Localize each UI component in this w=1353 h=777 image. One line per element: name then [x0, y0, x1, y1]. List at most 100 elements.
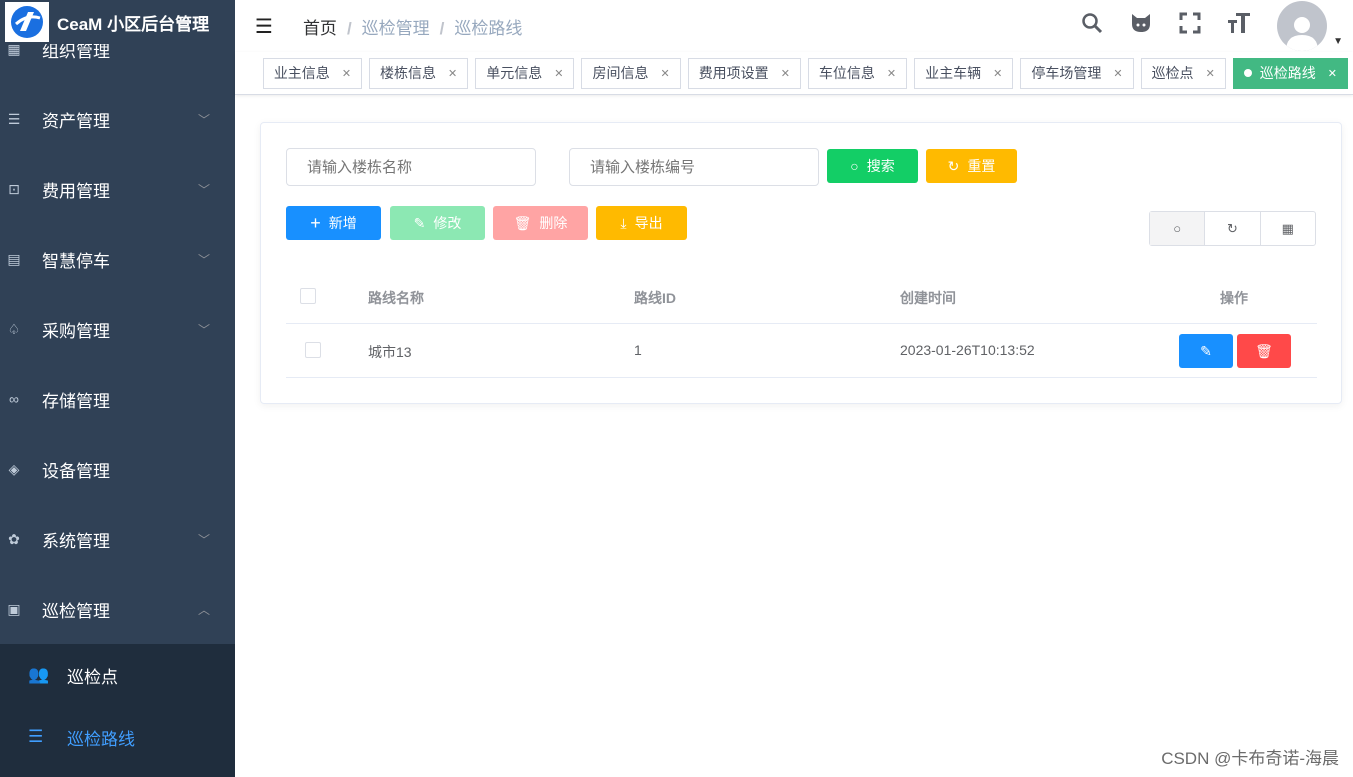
breadcrumb-inspection: 巡检管理	[361, 18, 430, 38]
sidebar-item-inspection[interactable]: ▣ 巡检管理 ︿	[0, 574, 235, 644]
font-size-icon[interactable]	[1227, 11, 1251, 41]
chevron-down-icon: ﹀	[197, 182, 210, 197]
bell-icon: ♤	[7, 320, 21, 337]
close-icon[interactable]: ✕	[1206, 67, 1215, 80]
tag-parking-space[interactable]: 车位信息 ✕	[807, 57, 908, 89]
close-icon[interactable]: ✕	[993, 67, 1002, 80]
breadcrumb: 首页 / 巡检管理 / 巡检路线	[302, 18, 523, 38]
logo[interactable]: CeaM 小区后台管理	[0, 0, 235, 44]
content-card: ○搜索 ↻重置 +新增 ✎修改 🗑删除 ⤓导出 ○ ↻ ▦ 路线名称 路线ID …	[260, 122, 1342, 404]
select-all-checkbox[interactable]	[300, 288, 316, 304]
breadcrumb-route: 巡检路线	[454, 18, 523, 38]
chevron-down-icon: ﹀	[197, 322, 210, 337]
plus-icon: +	[310, 212, 321, 233]
close-icon[interactable]: ✕	[448, 67, 457, 80]
github-icon[interactable]	[1129, 12, 1153, 40]
caret-down-icon[interactable]: ▼	[1333, 36, 1343, 47]
columns-button[interactable]: ▦	[1259, 212, 1315, 245]
cell-created-time: 2023-01-26T10:13:52	[900, 342, 1035, 358]
navbar: ☰ 首页 / 巡检管理 / 巡检路线 ▼	[235, 0, 1353, 52]
users-icon: 👥	[28, 665, 50, 684]
delete-button[interactable]: 🗑 删除	[493, 206, 588, 240]
cell-route-name: 城市13	[368, 344, 412, 360]
breadcrumb-home[interactable]: 首页	[303, 19, 337, 38]
export-button[interactable]: ⤓ 导出	[596, 206, 687, 240]
fullscreen-icon[interactable]	[1179, 12, 1201, 40]
close-icon[interactable]: ✕	[342, 67, 351, 80]
sidebar-item-parking[interactable]: ▤ 智慧停车 ﹀	[0, 224, 235, 294]
header-route-name: 路线名称	[368, 290, 424, 306]
sidebar-item-storage[interactable]: ∞ 存储管理	[0, 364, 235, 434]
close-icon[interactable]: ✕	[887, 67, 896, 80]
tag-parking-lot[interactable]: 停车场管理 ✕	[1020, 57, 1134, 89]
cell-route-id: 1	[634, 342, 642, 358]
trash-icon: 🗑	[1255, 342, 1273, 359]
sidebar-item-inspection-route[interactable]: ☰ 巡检路线	[0, 706, 235, 768]
table-toolbar: ○ ↻ ▦	[1149, 211, 1316, 246]
sidebar-item-assets[interactable]: ☰ 资产管理 ﹀	[0, 84, 235, 154]
header-created-time: 创建时间	[900, 290, 956, 306]
close-icon[interactable]: ✕	[1328, 67, 1337, 80]
sidebar: CeaM 小区后台管理 ▦ 组织管理 ☰ 资产管理 ﹀ ⊡ 费用管理 ﹀ ▤ 智慧停车 ﹀ ♤…	[0, 0, 235, 777]
building-name-input[interactable]	[286, 148, 536, 186]
refresh-icon: ↻	[947, 157, 960, 174]
row-edit-button[interactable]: ✎	[1179, 334, 1233, 368]
search-icon: ○	[1173, 221, 1182, 236]
row-delete-button[interactable]: 🗑	[1237, 334, 1291, 368]
logo-icon	[5, 2, 49, 42]
edit-button[interactable]: ✎ 修改	[390, 206, 485, 240]
tags-view: 业主信息 ✕ 楼栋信息 ✕ 单元信息 ✕ 房间信息 ✕ 费用项设置 ✕ 车位信息 ✕ 业主车…	[235, 52, 1353, 95]
sidebar-item-inspection-point[interactable]: 👥 巡检点	[0, 644, 235, 706]
add-button[interactable]: + 新增	[286, 206, 381, 240]
app-title: CeaM 小区后台管理	[57, 14, 210, 34]
tag-inspection-point[interactable]: 巡检点 ✕	[1140, 57, 1226, 89]
refresh-icon: ↻	[1227, 220, 1238, 236]
download-icon: ⤓	[620, 214, 627, 231]
tag-inspection-route[interactable]: 巡检路线 ✕	[1232, 57, 1348, 89]
avatar[interactable]	[1277, 1, 1328, 51]
sidebar-item-system[interactable]: ✿ 系统管理 ﹀	[0, 504, 235, 574]
list-icon: ☰	[7, 110, 21, 127]
gear-icon: ✿	[8, 530, 20, 547]
close-icon[interactable]: ✕	[1113, 67, 1122, 80]
search-button[interactable]: ○ 搜索	[827, 149, 918, 183]
close-icon[interactable]: ✕	[781, 67, 790, 80]
tag-room-info[interactable]: 房间信息 ✕	[581, 57, 681, 89]
tag-fee-settings[interactable]: 费用项设置 ✕	[687, 57, 801, 89]
sidebar-item-devices[interactable]: ◈ 设备管理	[0, 434, 235, 504]
hamburger-icon[interactable]: ☰	[255, 14, 273, 39]
close-icon[interactable]: ✕	[660, 67, 669, 80]
tag-unit-info[interactable]: 单元信息 ✕	[475, 57, 575, 89]
tag-owner-info[interactable]: 业主信息 ✕	[262, 57, 363, 89]
trash-icon: 🗑	[513, 214, 532, 231]
row-checkbox[interactable]	[305, 342, 321, 358]
device-icon: ◈	[8, 460, 20, 477]
chevron-down-icon: ﹀	[197, 252, 210, 267]
refresh-button[interactable]: ↻	[1204, 212, 1259, 245]
chevron-down-icon: ﹀	[197, 112, 210, 127]
tag-owner-vehicle[interactable]: 业主车辆 ✕	[914, 57, 1014, 89]
active-dot-icon	[1243, 69, 1252, 77]
close-icon[interactable]: ✕	[554, 67, 563, 80]
building-code-input[interactable]	[569, 148, 819, 186]
sidebar-item-fees[interactable]: ⊡ 费用管理 ﹀	[0, 154, 235, 224]
header-actions: 操作	[1220, 290, 1248, 306]
link-icon: ∞	[9, 391, 19, 407]
list-icon: ☰	[28, 727, 44, 746]
search-icon: ○	[850, 158, 859, 174]
divider	[286, 323, 1317, 324]
inspection-submenu: 👥 巡检点 ☰ 巡检路线	[0, 644, 235, 777]
calendar-clock-icon: ▣	[7, 600, 21, 617]
watermark: CSDN @卡布奇诺-海晨	[1161, 749, 1339, 768]
header-route-id: 路线ID	[634, 290, 676, 306]
grid-icon: ▦	[1281, 220, 1294, 236]
chart-icon: ⊡	[8, 180, 20, 197]
search-icon[interactable]	[1081, 12, 1103, 40]
divider	[286, 377, 1317, 378]
sidebar-item-purchase[interactable]: ♤ 采购管理 ﹀	[0, 294, 235, 364]
chevron-up-icon: ︿	[197, 602, 210, 617]
parking-icon: ▤	[7, 250, 21, 267]
reset-button[interactable]: ↻ 重置	[926, 149, 1017, 183]
toggle-search-button[interactable]: ○	[1150, 212, 1205, 245]
tag-building-info[interactable]: 楼栋信息 ✕	[369, 57, 469, 89]
